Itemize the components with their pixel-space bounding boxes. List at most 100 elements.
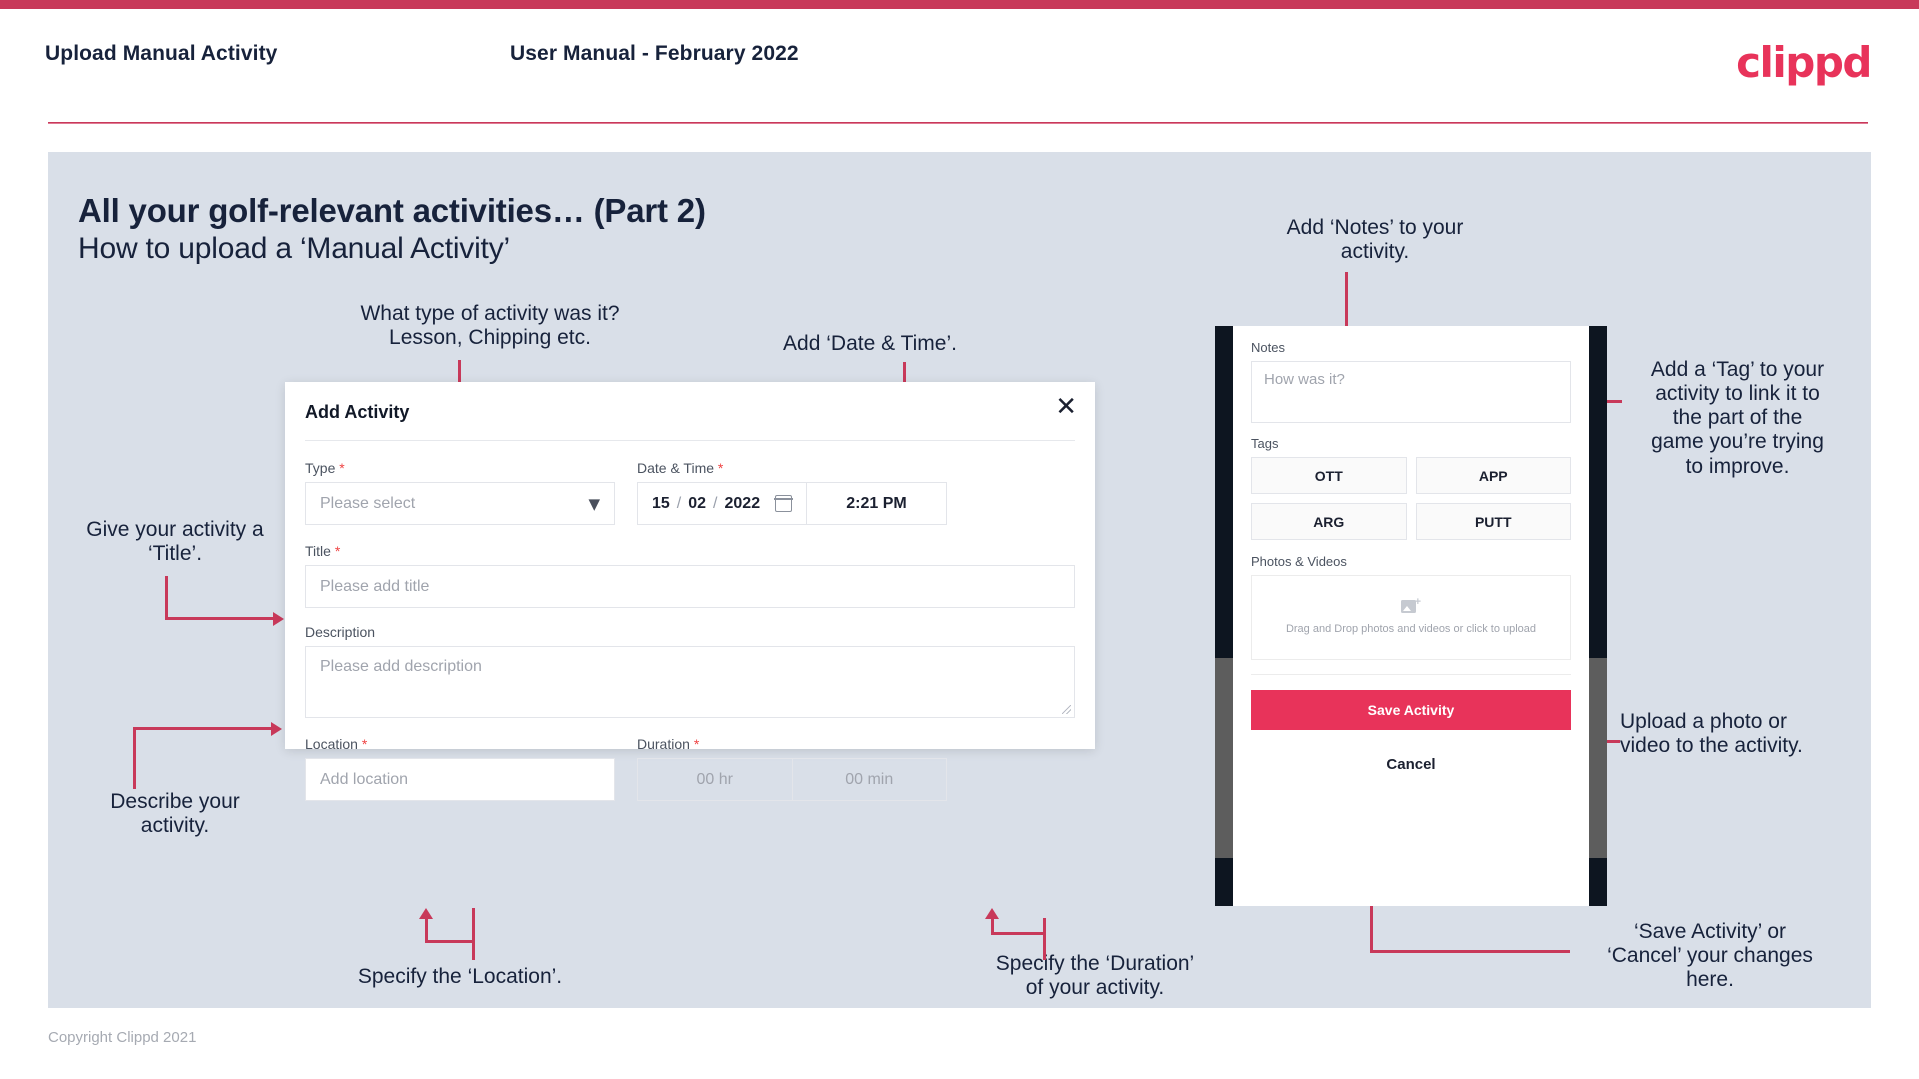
duration-controls: 00 hr 00 min (637, 758, 947, 801)
location-placeholder: Add location (320, 770, 409, 788)
location-input[interactable]: Add location (305, 758, 615, 801)
save-activity-button[interactable]: Save Activity (1251, 690, 1571, 730)
bezel-right-gray (1589, 658, 1607, 858)
slide-subheading: How to upload a ‘Manual Activity’ (78, 232, 510, 265)
notes-textarea[interactable]: How was it? (1251, 361, 1571, 423)
title-required-marker: * (334, 543, 341, 559)
tags-label: Tags (1251, 436, 1279, 451)
type-select[interactable]: Please select ▼ (305, 482, 615, 525)
footer-copyright: Copyright Clippd 2021 (48, 1029, 197, 1046)
description-label: Description (305, 624, 1075, 640)
duration-hours-placeholder: 00 hr (696, 770, 733, 788)
tag-arg[interactable]: ARG (1251, 503, 1407, 540)
annotation-tags: Add a ‘Tag’ to your activity to link it … (1650, 358, 1825, 478)
duration-minutes-placeholder: 00 min (845, 770, 894, 788)
document-subtitle: User Manual - February 2022 (510, 42, 799, 65)
notes-placeholder: How was it? (1264, 371, 1345, 388)
header-divider-soft (48, 123, 1868, 124)
time-value: 2:21 PM (846, 494, 907, 512)
field-description: Description Please add description (305, 624, 1075, 718)
connector-dur-v1 (1043, 918, 1046, 960)
title-input[interactable]: Please add title (305, 565, 1075, 608)
annotation-type: What type of activity was it? Lesson, Ch… (360, 302, 620, 350)
photo-dropzone[interactable]: + Drag and Drop photos and videos or cli… (1251, 575, 1571, 660)
close-icon[interactable]: ✕ (1055, 394, 1077, 420)
mobile-preview: Notes How was it? Tags OTT APP ARG PUTT … (1215, 326, 1607, 906)
date-input[interactable]: 15 / 02 / 2022 (638, 483, 806, 524)
connector-loc-h (425, 940, 475, 943)
bezel-left-dark-top (1215, 326, 1233, 658)
page-title: Upload Manual Activity (45, 42, 278, 65)
duration-label-text: Duration (637, 736, 690, 752)
connector-desc-v (133, 727, 136, 789)
location-label-text: Location (305, 736, 358, 752)
location-required-marker: * (361, 736, 368, 752)
dropzone-text: Drag and Drop photos and videos or click… (1285, 622, 1537, 635)
tags-grid: OTT APP ARG PUTT (1251, 457, 1571, 540)
bezel-right-dark-bottom (1589, 858, 1607, 906)
cancel-button[interactable]: Cancel (1251, 756, 1571, 773)
duration-hours-input[interactable]: 00 hr (638, 759, 792, 800)
connector-title-v (165, 576, 168, 620)
connector-desc-arrow (271, 722, 282, 736)
annotation-upload: Upload a photo or video to the activity. (1620, 710, 1803, 758)
row-location-duration: Location * Add location Duration * 00 hr (305, 736, 1075, 801)
date-separator-1: / (676, 494, 682, 512)
connector-loc-arrow (419, 908, 433, 919)
description-placeholder: Please add description (320, 658, 482, 675)
annotation-datetime: Add ‘Date & Time’. (783, 332, 957, 355)
type-placeholder: Please select (320, 494, 416, 512)
date-separator-2: / (713, 494, 718, 512)
tag-putt[interactable]: PUTT (1415, 503, 1571, 540)
description-textarea[interactable]: Please add description (305, 646, 1075, 718)
title-placeholder: Please add title (320, 577, 430, 595)
notes-label: Notes (1251, 340, 1285, 355)
date-month: 02 (688, 494, 707, 512)
row-type-datetime: Type * Please select ▼ Date & Time * 15 … (305, 460, 1075, 525)
duration-label: Duration * (637, 736, 947, 752)
connector-loc-v1 (472, 908, 475, 960)
field-title: Title * Please add title (305, 543, 1075, 608)
tag-ott[interactable]: OTT (1251, 457, 1407, 494)
connector-dur-h (991, 932, 1046, 935)
location-label: Location * (305, 736, 615, 752)
duration-required-marker: * (693, 736, 700, 752)
slide-heading: All your golf-relevant activities… (Part… (78, 192, 706, 229)
slide-root: Upload Manual Activity User Manual - Feb… (0, 0, 1919, 1079)
add-image-icon: + (1401, 596, 1421, 615)
phone-screen: Notes How was it? Tags OTT APP ARG PUTT … (1233, 326, 1589, 906)
title-label: Title * (305, 543, 1075, 559)
annotation-location: Specify the ‘Location’. (357, 965, 563, 988)
datetime-label: Date & Time * (637, 460, 947, 476)
annotation-description: Describe your activity. (110, 790, 240, 838)
connector-title-arrow (273, 612, 284, 626)
connector-dur-v2 (991, 918, 994, 934)
phone-bezel-left (1215, 326, 1233, 906)
description-label-text: Description (305, 624, 376, 640)
connector-title-h (165, 617, 275, 620)
top-accent-bar (0, 0, 1919, 9)
date-year: 2022 (724, 494, 761, 512)
time-input[interactable]: 2:21 PM (806, 483, 946, 524)
bezel-left-gray (1215, 658, 1233, 858)
title-label-text: Title (305, 543, 331, 559)
datetime-label-text: Date & Time (637, 460, 715, 476)
clippd-logo: clippd (1736, 38, 1872, 87)
connector-desc-h (133, 727, 273, 730)
field-datetime: Date & Time * 15 / 02 / 2022 2:21 PM (637, 460, 947, 525)
calendar-icon[interactable] (774, 495, 793, 512)
phone-bezel-right (1589, 326, 1607, 906)
type-label-text: Type (305, 460, 336, 476)
dialog-body: Type * Please select ▼ Date & Time * 15 … (305, 460, 1075, 801)
dialog-divider (305, 440, 1075, 441)
connector-save-h (1370, 950, 1570, 953)
annotation-duration: Specify the ‘Duration’ of your activity. (995, 952, 1195, 1000)
field-type: Type * Please select ▼ (305, 460, 615, 525)
phone-divider (1251, 674, 1571, 675)
date-day: 15 (652, 494, 670, 512)
duration-minutes-input[interactable]: 00 min (791, 759, 947, 800)
annotation-notes: Add ‘Notes’ to your activity. (1286, 216, 1464, 264)
type-label: Type * (305, 460, 615, 476)
tag-app[interactable]: APP (1415, 457, 1571, 494)
datetime-controls: 15 / 02 / 2022 2:21 PM (637, 482, 947, 525)
